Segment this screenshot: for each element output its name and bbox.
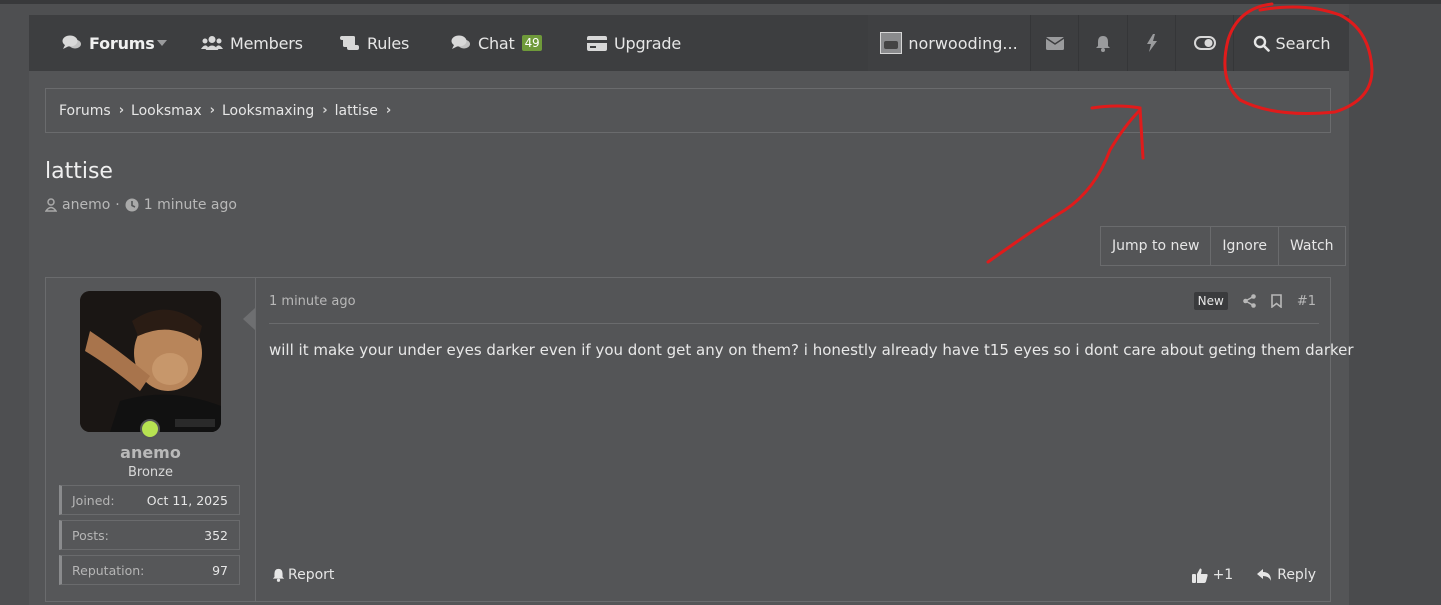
search-icon [1253,35,1270,52]
meta-separator: · [115,197,120,213]
thread-author[interactable]: anemo [62,197,110,213]
nav-rules[interactable]: Rules [340,15,409,71]
share-icon[interactable] [1243,294,1256,308]
post-divider [269,323,1319,324]
clock-icon [125,198,139,212]
online-status-dot [140,419,160,439]
user-icon [45,198,57,212]
forum-page: Forums Members Rules Chat 49 Upgrade nor… [29,15,1354,605]
toggle-icon [1193,36,1216,50]
alerts-button[interactable] [1078,15,1127,71]
post-body: will it make your under eyes darker even… [269,341,1354,359]
scroll-icon [340,36,359,50]
chevron-right-icon: › [322,103,328,118]
user-rank: Bronze [128,465,173,480]
post-user-column: anemo Bronze Joined: Oct 11, 2025 Posts:… [46,278,256,601]
chat-count-badge: 49 [521,35,543,51]
post-username[interactable]: anemo [46,443,255,462]
breadcrumb-looksmaxing[interactable]: Looksmaxing › [222,103,335,119]
chevron-right-icon: › [385,103,392,118]
thread-title: lattise [45,159,113,184]
user-column-arrow [243,308,255,330]
post-footer-actions: +1 Reply [1191,567,1316,583]
reply-icon [1257,568,1272,581]
bell-icon [272,568,285,582]
post: anemo Bronze Joined: Oct 11, 2025 Posts:… [45,277,1354,602]
breadcrumb-thread[interactable]: lattise › [335,103,399,119]
credit-card-icon [587,35,607,51]
nav-upgrade[interactable]: Upgrade [587,15,681,71]
stat-reputation: Reputation: 97 [59,555,240,585]
post-tools: New #1 [1193,292,1316,310]
forums-dropdown-toggle[interactable] [156,15,168,71]
nav-user-tools: norwooding... Search [868,15,1349,71]
thread-actions: Jump to new Ignore Watch [1100,226,1346,266]
reaction-button[interactable]: +1 [1191,567,1234,583]
breadcrumb-forums[interactable]: Forums › [59,103,131,119]
bookmark-icon[interactable] [1271,294,1282,308]
whats-new-button[interactable] [1127,15,1175,71]
users-icon [201,36,223,50]
breadcrumb-looksmax[interactable]: Looksmax › [131,103,222,119]
search-label: Search [1275,33,1331,53]
jump-to-new-button[interactable]: Jump to new [1101,227,1210,265]
chevron-right-icon: › [118,103,125,118]
comments-icon [62,35,81,49]
bell-icon [1096,35,1110,52]
thumbs-up-icon [1191,568,1208,583]
stat-posts: Posts: 352 [59,520,240,550]
nav-members-label: Members [230,33,303,53]
nav-chat[interactable]: Chat 49 [451,15,543,71]
chat-icon [451,35,470,49]
bolt-icon [1146,34,1157,52]
account-username: norwooding... [908,33,1018,53]
report-label: Report [288,567,335,583]
theme-toggle-button[interactable] [1175,15,1233,71]
nav-chat-label: Chat [478,33,515,53]
breadcrumb: Forums › Looksmax › Looksmaxing › lattise › [45,88,1331,133]
thread-time[interactable]: 1 minute ago [144,197,237,213]
envelope-icon [1045,36,1064,50]
nav-rules-label: Rules [367,33,410,53]
nav-members[interactable]: Members [201,15,303,71]
top-nav: Forums Members Rules Chat 49 Upgrade nor… [29,15,1349,71]
reaction-count: +1 [1212,567,1234,583]
account-menu[interactable]: norwooding... [868,15,1030,71]
search-button[interactable]: Search [1233,15,1349,71]
nav-forums-label: Forums [89,33,155,53]
ignore-button[interactable]: Ignore [1210,227,1278,265]
post-time[interactable]: 1 minute ago [269,294,356,309]
caret-down-icon [157,40,167,46]
stat-joined: Joined: Oct 11, 2025 [59,485,240,515]
inbox-button[interactable] [1030,15,1078,71]
watch-button[interactable]: Watch [1277,227,1345,265]
new-badge: New [1193,292,1228,310]
nav-upgrade-label: Upgrade [614,33,682,53]
nav-forums[interactable]: Forums [62,15,155,71]
thread-meta: anemo · 1 minute ago [45,197,237,213]
post-number[interactable]: #1 [1297,294,1316,309]
reply-label: Reply [1277,567,1316,583]
user-avatar[interactable] [80,291,221,432]
window-top-edge [0,0,1441,4]
avatar-photo [80,291,221,432]
page-side-gutter [1349,4,1441,605]
chevron-right-icon: › [209,103,215,118]
report-button[interactable]: Report [272,567,334,583]
user-avatar-mini [880,32,903,54]
reply-button[interactable]: Reply [1257,567,1316,583]
